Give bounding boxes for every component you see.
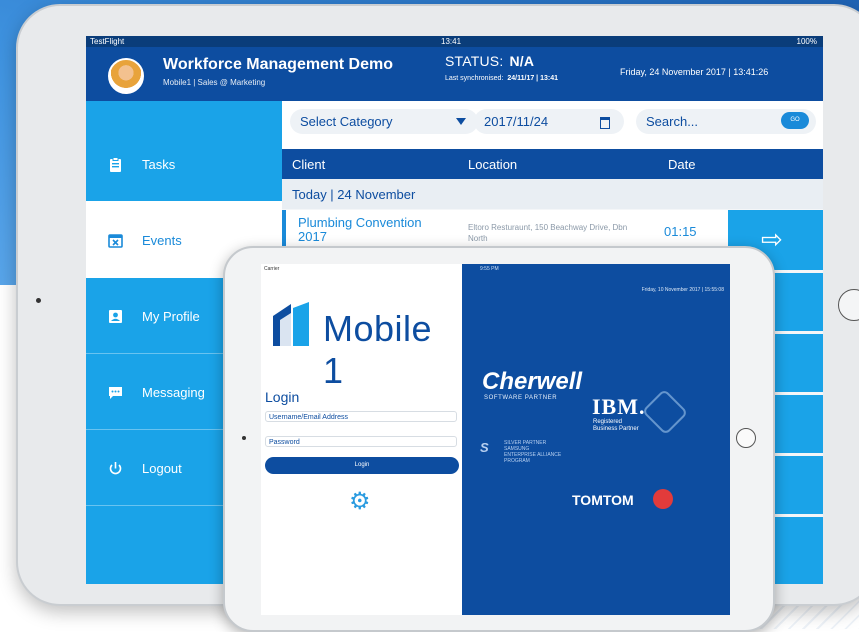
sync-value: 24/11/17 | 13:41 (507, 75, 558, 82)
sync-label: Last synchronised: (445, 75, 504, 82)
row-date: 01:15 (664, 224, 697, 239)
cherwell-logo: Cherwell (482, 368, 583, 395)
small-screen: Carrier Mobile 1 Login Username/Email Ad… (261, 264, 730, 615)
chevron-down-icon (456, 118, 466, 125)
tomtom-mark-icon (653, 489, 673, 509)
samsung-partner-text: SILVER PARTNER SAMSUNG ENTERPRISE ALLIAN… (504, 440, 561, 464)
camera-dot (242, 436, 246, 440)
pane-datetime: Friday, 10 November 2017 | 15:55:08 (641, 287, 724, 293)
battery-label: 100% (796, 37, 817, 46)
row-location: Eltoro Resturaunt, 150 Beachway Drive, D… (468, 223, 628, 243)
gear-icon[interactable]: ⚙ (349, 487, 371, 516)
home-button[interactable] (736, 428, 756, 448)
date-picker[interactable]: 2017/11/24 (474, 109, 624, 134)
sidebar-item-label: Tasks (142, 157, 176, 172)
ibm-sub-line: Business Partner (593, 426, 639, 432)
clock-label: 13:41 (441, 37, 462, 46)
carrier-label: TestFlight (90, 37, 125, 46)
column-header-client: Client (292, 157, 326, 172)
password-field[interactable]: Password (265, 436, 457, 447)
category-select[interactable]: Select Category (290, 109, 478, 134)
sidebar-item-label: Logout (142, 461, 182, 476)
search-placeholder: Search... (646, 114, 699, 129)
avatar[interactable] (108, 58, 144, 94)
ipad-small: Carrier Mobile 1 Login Username/Email Ad… (223, 246, 775, 632)
status-indicator: STATUS: N/A (445, 53, 534, 69)
password-placeholder: Password (269, 439, 300, 446)
partners-pane: 9:55 PM Friday, 10 November 2017 | 15:55… (462, 264, 730, 615)
profile-icon (109, 310, 122, 323)
status-label: STATUS: (445, 53, 504, 69)
samsung-partner-icon: S (480, 440, 489, 455)
app-title: Workforce Management Demo (163, 56, 393, 73)
clipboard-icon (110, 157, 121, 172)
chat-icon (109, 387, 122, 399)
table-header: Client Location Date (282, 149, 823, 179)
power-icon (109, 462, 122, 475)
login-title: Login (265, 389, 300, 405)
partner-badge-icon (641, 388, 689, 436)
username-placeholder: Username/Email Address (269, 414, 348, 421)
carrier-label: Carrier (264, 266, 280, 272)
filter-bar: Select Category 2017/11/24 Search... GO (282, 101, 823, 149)
calendar-icon (108, 234, 123, 248)
date-value: 2017/11/24 (484, 114, 549, 129)
column-header-location: Location (468, 157, 518, 172)
home-button[interactable] (838, 289, 859, 321)
day-label: Today | 24 November (292, 187, 416, 202)
header-datetime: Friday, 24 November 2017 | 13:41:26 (620, 67, 769, 77)
app-subtitle: Mobile1 | Sales @ Marketing (163, 78, 266, 87)
column-header-date: Date (668, 157, 696, 172)
sidebar-item-label: Messaging (142, 385, 205, 400)
arrow-right-icon: ⇨ (761, 224, 783, 254)
category-select-value: Select Category (300, 114, 393, 129)
go-button[interactable]: GO (781, 112, 809, 129)
brand-name: Mobile 1 (323, 308, 433, 391)
status-value: N/A (509, 53, 535, 69)
tomtom-logo: TOMTOM (572, 492, 634, 508)
camera-dot (36, 298, 41, 303)
cherwell-sub: SOFTWARE PARTNER (484, 395, 558, 401)
ibm-logo: IBM. (592, 394, 646, 419)
clock-label: 9:55 PM (480, 266, 499, 272)
sidebar-item-tasks[interactable]: Tasks (86, 125, 282, 202)
mobile1-logo-icon (273, 302, 309, 346)
ibm-sub: Registered Business Partner (593, 419, 639, 433)
ibm-sub-line: Registered (593, 419, 623, 425)
username-field[interactable]: Username/Email Address (265, 411, 457, 422)
sync-info: Last synchronised: 24/11/17 | 13:41 (445, 75, 558, 82)
login-pane: Carrier Mobile 1 Login Username/Email Ad… (261, 264, 462, 615)
calendar-icon (600, 117, 610, 129)
login-button[interactable]: Login (265, 457, 459, 474)
row-client: Plumbing Convention 2017 (298, 215, 422, 244)
day-group-header: Today | 24 November (282, 179, 823, 209)
samsung-line: PROGRAM (504, 458, 530, 464)
status-bar: TestFlight 13:41 100% (86, 36, 823, 47)
sidebar-item-label: Events (142, 233, 182, 248)
sidebar-item-label: My Profile (142, 309, 200, 324)
